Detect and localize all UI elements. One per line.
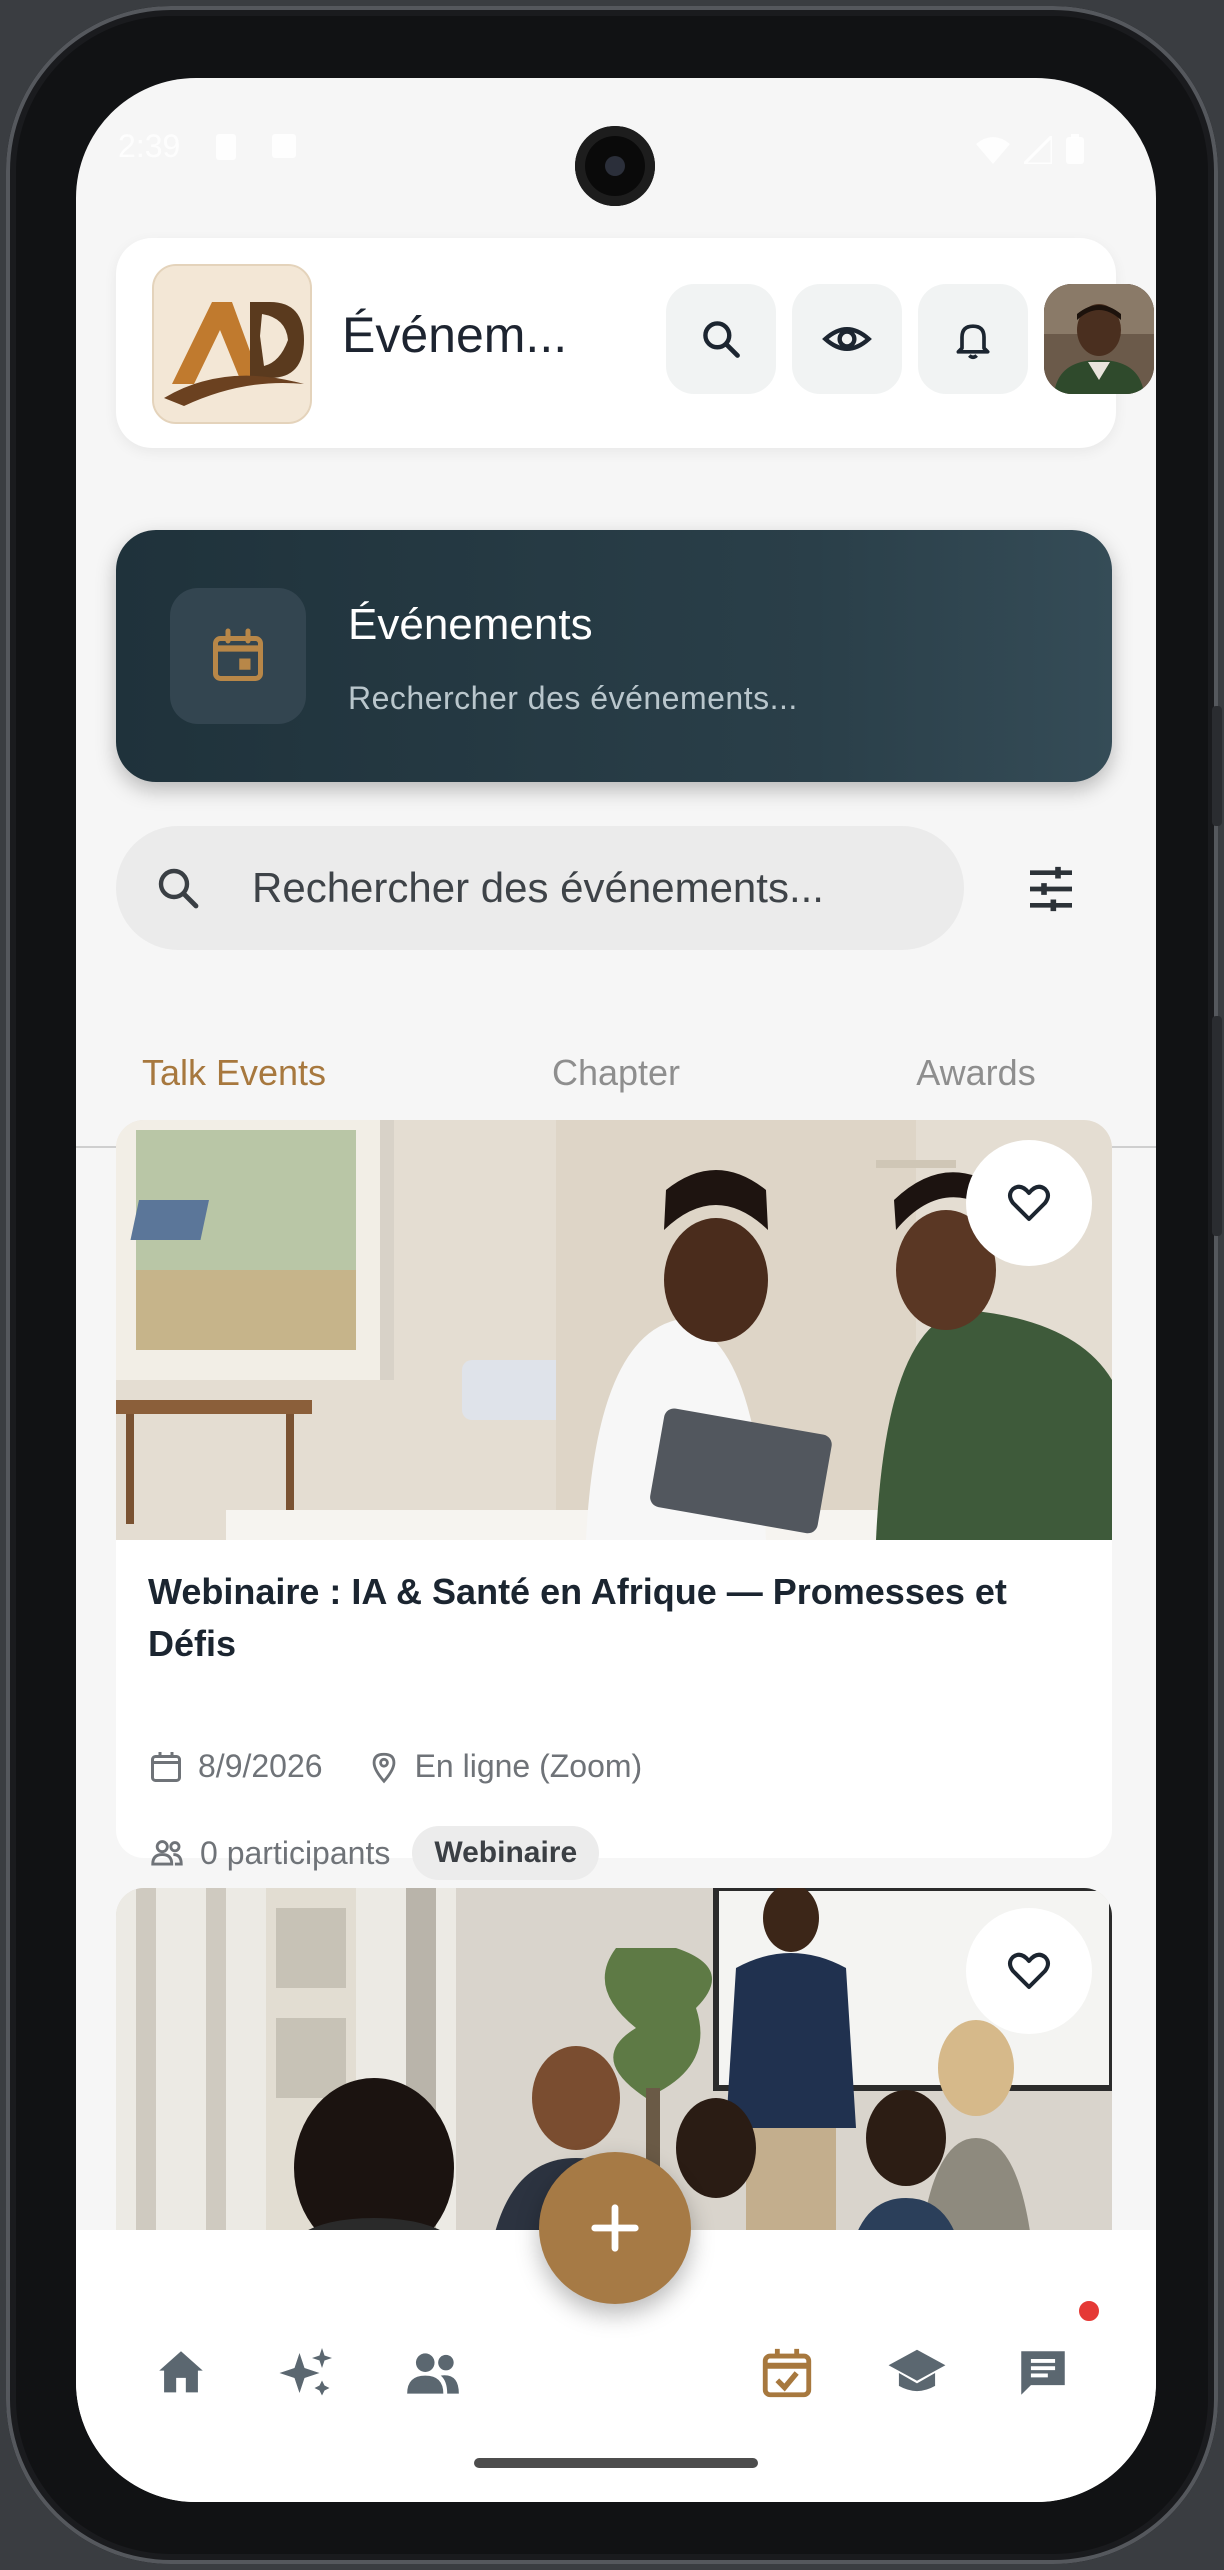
location-pin-icon	[372, 1752, 395, 1783]
event-image	[116, 1120, 1112, 1540]
nav-discover[interactable]	[272, 2338, 342, 2408]
search-input[interactable]	[252, 856, 932, 920]
create-event-button[interactable]	[539, 2152, 691, 2304]
avatar-photo	[1044, 284, 1154, 394]
screen: 2:39 Événem... Événements Rechercher des…	[76, 78, 1156, 2502]
search-icon	[158, 868, 199, 909]
eye-icon	[822, 327, 872, 351]
event-participants-row: 0 participants Webinaire	[148, 1826, 600, 1880]
banner-icon-box	[170, 588, 306, 724]
front-camera	[575, 126, 655, 206]
nav-home[interactable]	[146, 2338, 216, 2408]
wifi-icon	[976, 137, 1010, 164]
event-date-row: 8/9/2026 En ligne (Zoom)	[148, 1748, 642, 1785]
user-avatar[interactable]	[1044, 284, 1154, 394]
chat-icon	[1021, 2351, 1065, 2395]
keyboard-icon	[272, 134, 296, 158]
battery-icon	[1066, 134, 1084, 164]
heart-icon	[1008, 1952, 1050, 1989]
calendar-check-icon	[762, 2348, 812, 2398]
tab-talk-events[interactable]: Talk Events	[76, 1052, 394, 1094]
notifications-button[interactable]	[918, 284, 1028, 394]
nav-messages[interactable]	[1008, 2338, 1078, 2408]
banner-title: Événements	[348, 600, 593, 649]
search-field-icon-wrap	[154, 864, 202, 917]
bell-icon	[956, 324, 990, 360]
sparkles-icon	[279, 2348, 332, 2396]
school-icon	[888, 2349, 946, 2392]
nav-learning[interactable]	[882, 2338, 952, 2408]
search-button[interactable]	[666, 284, 776, 394]
heart-icon	[1008, 1184, 1050, 1221]
message-notification-dot	[1076, 2298, 1102, 2324]
home-icon	[159, 2351, 203, 2393]
favorite-button[interactable]	[966, 1140, 1092, 1266]
status-notification-icons	[216, 134, 296, 160]
status-time: 2:39	[118, 128, 181, 164]
power-button	[1212, 1016, 1222, 1236]
signal-icon	[1024, 136, 1052, 164]
calendar-icon	[213, 628, 263, 681]
event-type-badge: Webinaire	[412, 1826, 600, 1880]
device-frame: 2:39 Événem... Événements Rechercher des…	[6, 6, 1222, 2564]
app-logo[interactable]	[152, 264, 312, 424]
nav-community[interactable]	[398, 2338, 468, 2408]
logo-graphic	[154, 266, 310, 422]
tune-icon	[1030, 866, 1072, 912]
banner-subtitle: Rechercher des événements...	[348, 680, 798, 716]
search-icon	[703, 321, 740, 358]
page-title: Événem...	[342, 307, 568, 363]
nav-events[interactable]	[752, 2338, 822, 2408]
event-location: En ligne (Zoom)	[414, 1748, 643, 1784]
tab-awards[interactable]: Awards	[816, 1052, 1136, 1094]
tab-chapter[interactable]: Chapter	[456, 1052, 776, 1094]
people-icon	[407, 2353, 459, 2394]
events-banner: Événements Rechercher des événements...	[116, 530, 1112, 782]
filter-button[interactable]	[1016, 854, 1086, 924]
volume-button	[1212, 706, 1222, 826]
search-bar[interactable]	[116, 826, 964, 950]
people-icon	[151, 1840, 183, 1866]
calendar-icon	[151, 1751, 181, 1782]
status-system-icons	[976, 134, 1084, 164]
visibility-button[interactable]	[792, 284, 902, 394]
app-header: Événem...	[116, 238, 1154, 448]
favorite-button[interactable]	[966, 1908, 1092, 2034]
plus-icon	[591, 2204, 639, 2252]
event-date: 8/9/2026	[198, 1748, 323, 1784]
event-participants: 0 participants	[200, 1834, 391, 1871]
sim-icon	[216, 134, 236, 160]
event-title: Webinaire : IA & Santé en Afrique — Prom…	[148, 1571, 1007, 1664]
home-indicator[interactable]	[474, 2458, 758, 2468]
